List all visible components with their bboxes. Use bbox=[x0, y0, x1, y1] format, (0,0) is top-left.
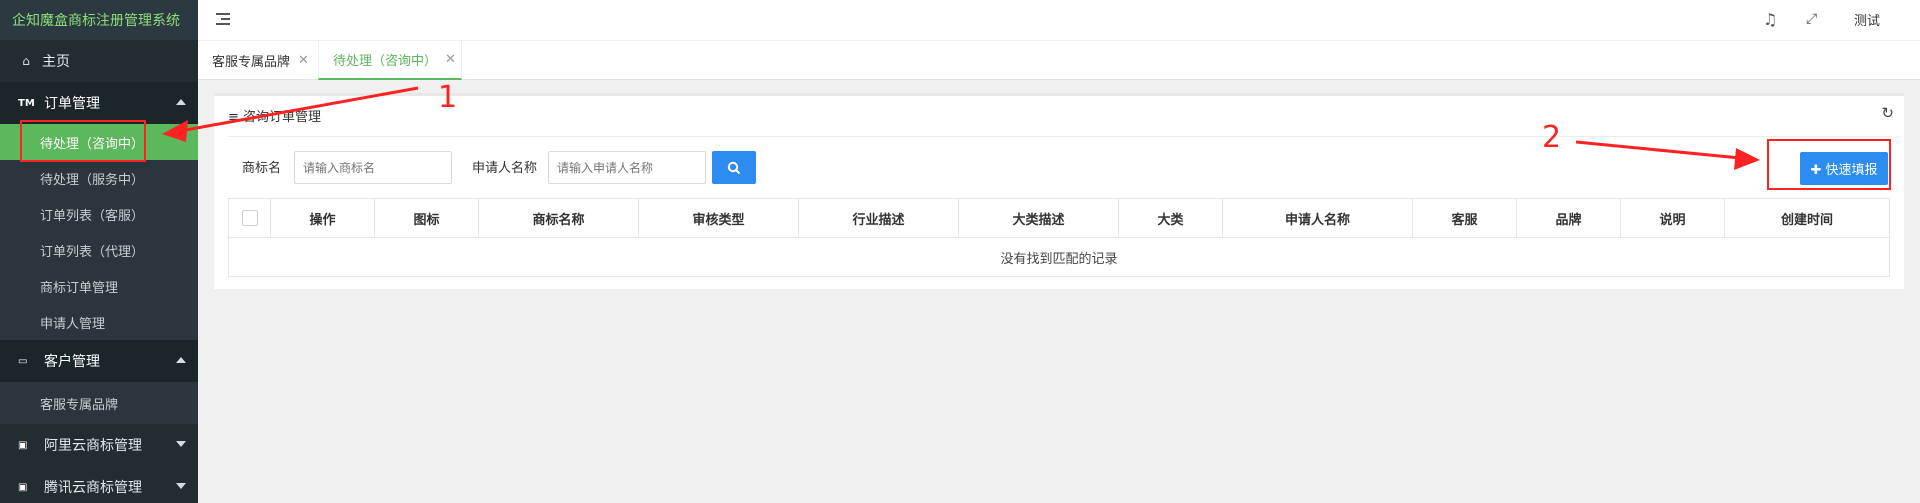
empty-message: 没有找到匹配的记录 bbox=[228, 237, 1890, 277]
select-all-checkbox[interactable] bbox=[228, 198, 271, 238]
sidebar-group-orders[interactable]: TM 订单管理 bbox=[0, 82, 198, 124]
close-icon[interactable]: ✕ bbox=[298, 53, 309, 68]
orders-table: 操作 图标 商标名称 审核类型 行业描述 大类描述 大类 申请人名称 客服 品牌… bbox=[228, 198, 1890, 277]
tab-pending-consulting[interactable]: 待处理（咨询中） ✕ bbox=[318, 41, 462, 80]
monitor-icon: ▭ bbox=[18, 355, 28, 367]
sidebar-submenu-customers: 客服专属品牌 bbox=[0, 382, 198, 424]
sidebar-group-tencent[interactable]: ▣ 腾讯云商标管理 bbox=[0, 466, 198, 503]
trademark-input[interactable] bbox=[294, 151, 452, 184]
applicant-label: 申请人名称 bbox=[472, 161, 538, 176]
sidebar-item-cs-brand[interactable]: 客服专属品牌 bbox=[0, 382, 198, 424]
column-header[interactable]: 申请人名称 bbox=[1222, 198, 1413, 238]
user-menu[interactable]: 测试 bbox=[1854, 10, 1880, 29]
close-icon[interactable]: ✕ bbox=[445, 52, 456, 67]
top-header: ♫ ⤢ 测试 bbox=[198, 0, 1920, 40]
sidebar-item-orders-agent[interactable]: 订单列表（代理） bbox=[0, 232, 198, 268]
sidebar-group-customers[interactable]: ▭ 客户管理 bbox=[0, 340, 198, 382]
menu-toggle-icon[interactable] bbox=[216, 13, 230, 25]
chevron-up-icon bbox=[176, 357, 186, 363]
sidebar-item-pending-service[interactable]: 待处理（服务中） bbox=[0, 160, 198, 196]
column-header[interactable]: 图标 bbox=[374, 198, 479, 238]
chevron-down-icon bbox=[176, 483, 186, 489]
sidebar-group-label: 客户管理 bbox=[44, 354, 100, 370]
tab-bar: 客服专属品牌 ✕ 待处理（咨询中） ✕ bbox=[198, 40, 1920, 80]
sidebar-group-label: 订单管理 bbox=[44, 96, 100, 112]
chevron-down-icon bbox=[176, 441, 186, 447]
home-icon: ⌂ bbox=[22, 54, 30, 68]
search-icon bbox=[727, 161, 741, 174]
cloud-icon: ▣ bbox=[18, 439, 28, 451]
sidebar-item-label: 主页 bbox=[42, 54, 70, 70]
sidebar-item-trademark-orders[interactable]: 商标订单管理 bbox=[0, 268, 198, 304]
column-header[interactable]: 行业描述 bbox=[798, 198, 959, 238]
highlight-box-2 bbox=[1767, 139, 1891, 190]
fullscreen-icon[interactable]: ⤢ bbox=[1806, 11, 1817, 27]
sidebar: 企知魔盒商标注册管理系统 ⌂ 主页 TM 订单管理 待处理（咨询中） 待处理（服… bbox=[0, 0, 198, 503]
table-row: 没有找到匹配的记录 bbox=[228, 237, 1890, 277]
divider bbox=[228, 136, 1890, 137]
cloud-icon: ▣ bbox=[18, 481, 28, 493]
highlight-box-1 bbox=[20, 120, 146, 162]
sidebar-item-orders-cs[interactable]: 订单列表（客服） bbox=[0, 196, 198, 232]
content-panel: ≡ 咨询订单管理 ↻ 商标名 申请人名称 ✚ 快速填报 操作 图标 商标名称 审… bbox=[214, 93, 1904, 289]
tab-label: 待处理（咨询中） bbox=[333, 54, 438, 69]
column-header[interactable]: 大类描述 bbox=[958, 198, 1119, 238]
sidebar-item-home[interactable]: ⌂ 主页 bbox=[0, 40, 198, 82]
annotation-number-2: 2 bbox=[1542, 120, 1562, 155]
trademark-icon: TM bbox=[18, 97, 35, 109]
column-header[interactable]: 操作 bbox=[270, 198, 375, 238]
column-header[interactable]: 审核类型 bbox=[638, 198, 799, 238]
refresh-icon[interactable]: ↻ bbox=[1881, 104, 1894, 122]
sidebar-group-label: 阿里云商标管理 bbox=[44, 438, 142, 454]
bell-icon[interactable]: ♫ bbox=[1763, 10, 1777, 29]
trademark-label: 商标名 bbox=[242, 161, 282, 176]
column-header[interactable]: 大类 bbox=[1118, 198, 1223, 238]
annotation-number-1: 1 bbox=[438, 80, 458, 115]
table-header-row: 操作 图标 商标名称 审核类型 行业描述 大类描述 大类 申请人名称 客服 品牌… bbox=[228, 198, 1890, 238]
column-header[interactable]: 创建时间 bbox=[1724, 198, 1890, 238]
sidebar-group-aliyun[interactable]: ▣ 阿里云商标管理 bbox=[0, 424, 198, 466]
column-header[interactable]: 品牌 bbox=[1516, 198, 1621, 238]
sidebar-group-label: 腾讯云商标管理 bbox=[44, 480, 142, 496]
search-button[interactable] bbox=[712, 151, 756, 184]
applicant-input[interactable] bbox=[548, 151, 706, 184]
sidebar-item-applicants[interactable]: 申请人管理 bbox=[0, 304, 198, 340]
column-header[interactable]: 客服 bbox=[1412, 198, 1517, 238]
column-header[interactable]: 说明 bbox=[1620, 198, 1725, 238]
app-title: 企知魔盒商标注册管理系统 bbox=[0, 0, 198, 40]
chevron-up-icon bbox=[176, 99, 186, 105]
tab-label: 客服专属品牌 bbox=[212, 55, 291, 70]
panel-title: ≡ 咨询订单管理 bbox=[228, 110, 322, 125]
column-header[interactable]: 商标名称 bbox=[478, 198, 639, 238]
tab-cs-brand[interactable]: 客服专属品牌 ✕ bbox=[198, 41, 316, 80]
